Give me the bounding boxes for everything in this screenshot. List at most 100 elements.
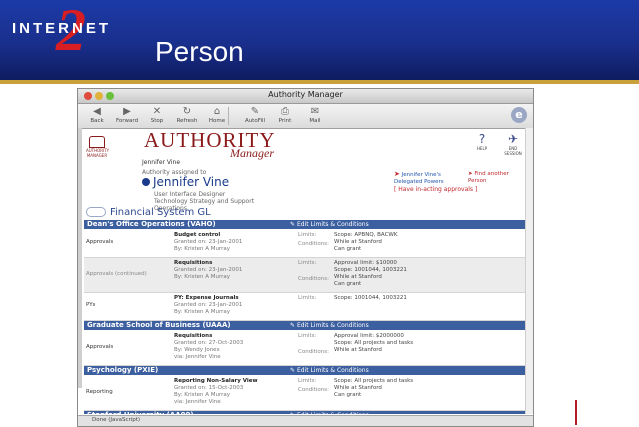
limit-value: Approval limit: $10000 xyxy=(334,260,397,266)
toolbar-button-label: Print xyxy=(278,118,292,124)
person-name: Jennifer Vine xyxy=(142,175,229,189)
limits-label: Limits: xyxy=(298,333,317,339)
row-category: Reporting xyxy=(86,389,113,395)
grant-detail: via: Jennifer Vine xyxy=(174,354,221,360)
section-title: Dean's Office Operations (VAHO) xyxy=(87,220,216,228)
toolbar-button-back[interactable]: ◀ Back xyxy=(84,106,110,124)
delegate-icon: ➤ xyxy=(394,170,400,178)
row-category: PYs xyxy=(86,302,96,308)
home-icon: ⌂ xyxy=(213,106,221,117)
financial-system-icon xyxy=(86,207,106,217)
edit-limits-label: Edit Limits & Conditions xyxy=(297,412,369,414)
authority-name[interactable]: Reporting Non-Salary View xyxy=(174,378,258,384)
authority-name[interactable]: PY: Expense Journals xyxy=(174,295,239,301)
vertical-scrollbar[interactable] xyxy=(525,128,533,414)
limit-value: Scope: APBNQ, BACWK xyxy=(334,232,398,238)
toolbar-button-forward[interactable]: ▶ Forward xyxy=(114,106,140,124)
limits-label: Limits: xyxy=(298,295,317,301)
limit-value: Scope: All projects and tasks xyxy=(334,378,414,384)
limit-value: Approval limit: $2000000 xyxy=(334,333,404,339)
delegated-powers-link[interactable]: ➤ Jennifer Vine's Delegated Powers xyxy=(394,171,466,186)
grant-detail: By: Kristen A Murray xyxy=(174,392,231,398)
edit-pencil-icon: ✎ xyxy=(290,412,297,414)
person-name-text: Jennifer Vine xyxy=(153,175,230,189)
limit-value: Scope: 1001044, 1003221 xyxy=(334,267,407,273)
page-content: AUTHORITY MANAGER AUTHORITY Manager ? HE… xyxy=(82,128,533,414)
grant-detail: Granted on: 23-Jan-2001 xyxy=(174,267,243,273)
section-header: Stanford University (AA00) ✎ Edit Limits … xyxy=(84,411,530,414)
section-title: Graduate School of Business (UAAA) xyxy=(87,321,231,329)
end-session-button[interactable]: ✈ END SESSION xyxy=(502,132,524,156)
browser-logo-icon: e xyxy=(511,107,527,123)
row-category: Approvals xyxy=(86,344,114,350)
toolbar-button-label: Back xyxy=(90,118,104,124)
toolbar-button-refresh[interactable]: ↻ Refresh xyxy=(174,106,200,124)
logo-shape-icon xyxy=(89,136,105,148)
condition-value: While at Stanford xyxy=(334,239,382,245)
help-icon: ? xyxy=(478,132,486,146)
toolbar-button-stop[interactable]: ✕ Stop xyxy=(144,106,170,124)
autofill-icon: ✎ xyxy=(250,106,260,117)
status-text: Done (JavaScript) xyxy=(92,417,141,423)
condition-value: While at Stanford xyxy=(334,385,382,391)
print-icon: ⎙ xyxy=(281,106,289,117)
toolbar-button-home[interactable]: ⌂ Home xyxy=(204,106,230,124)
grant-detail: By: Kristen A Murray xyxy=(174,246,231,252)
role-line: User Interface Designer xyxy=(154,191,226,198)
authority-manager-small-logo[interactable]: AUTHORITY MANAGER xyxy=(86,136,110,158)
logged-in-user: Jennifer Vine xyxy=(142,159,181,166)
limits-label: Limits: xyxy=(298,260,317,266)
edit-limits-link[interactable]: ✎ Edit Limits & Conditions xyxy=(290,366,369,375)
find-person-text: Find another Person xyxy=(468,171,509,184)
limit-value: Scope: 1001044, 1003221 xyxy=(334,295,407,301)
edit-limits-link[interactable]: ✎ Edit Limits & Conditions xyxy=(290,321,369,330)
mail-icon: ✉ xyxy=(310,106,320,117)
role-line: Technology Strategy and Support xyxy=(154,198,255,205)
delegated-link-text: Jennifer Vine's Delegated Powers xyxy=(394,172,444,185)
toolbar-button-label: Stop xyxy=(150,118,164,124)
toolbar-button-label: Home xyxy=(208,118,226,124)
stop-icon: ✕ xyxy=(152,106,162,117)
grant-detail: via: Jennifer Vine xyxy=(174,399,221,405)
edit-pencil-icon: ✎ xyxy=(290,367,297,374)
toolbar-button-label: Mail xyxy=(309,118,321,124)
browser-window: Authority Manager e ◀ Back ▶ Forward ✕ Stop ↻ R… xyxy=(77,88,534,427)
section-header: Graduate School of Business (UAAA) ✎ Edit… xyxy=(84,321,530,330)
table-row: PYs PY: Expense Journals Granted on: 23-Ja… xyxy=(84,293,530,321)
table-row: Approvals Requisitions Granted on: 27-Oct-… xyxy=(84,331,530,366)
condition-value: While at Stanford xyxy=(334,274,382,280)
edit-limits-label: Edit Limits & Conditions xyxy=(296,322,369,329)
table-row: Approvals Budget control Granted on: 23-Ja… xyxy=(84,230,530,258)
edit-limits-label: Edit Limits & Conditions xyxy=(296,367,369,374)
grant-detail: Granted on: 23-Jan-2001 xyxy=(174,239,243,245)
edit-limits-link[interactable]: ✎ Edit Limits & Conditions xyxy=(290,220,369,229)
authority-name[interactable]: Requisitions xyxy=(174,333,212,339)
row-category: Approvals (continued) xyxy=(86,271,147,277)
toolbar-button-autofill[interactable]: ✎ AutoFill xyxy=(242,106,268,124)
slide-banner xyxy=(0,0,639,80)
edit-limits-link[interactable]: ✎ Edit Limits & Conditions xyxy=(290,411,369,414)
limits-label: Limits: xyxy=(298,232,317,238)
pending-approvals-link[interactable]: [ Have in-acting approvals ] xyxy=(394,186,477,193)
edit-limits-label: Edit Limits & Conditions xyxy=(296,221,369,228)
toolbar-button-label: AutoFill xyxy=(244,118,266,124)
conditions-label: Conditions: xyxy=(298,276,329,282)
slide-title: Person xyxy=(155,36,244,67)
grant-detail: Granted on: 27-Oct-2003 xyxy=(174,340,244,346)
help-button[interactable]: ? HELP xyxy=(471,132,493,151)
table-row: Approvals (continued) Requisitions Granted… xyxy=(84,258,530,293)
small-logo-text: AUTHORITY MANAGER xyxy=(86,148,110,158)
toolbar-button-mail[interactable]: ✉ Mail xyxy=(302,106,328,124)
table-row: Reporting Reporting Non-Salary View Grante… xyxy=(84,376,530,411)
find-person-link[interactable]: ➤ Find another Person xyxy=(468,171,528,185)
authority-name[interactable]: Requisitions xyxy=(174,260,212,266)
end-session-label: END SESSION xyxy=(504,146,522,156)
authority-name[interactable]: Budget control xyxy=(174,232,220,238)
toolbar-button-print[interactable]: ⎙ Print xyxy=(272,106,298,124)
end-session-icon: ✈ xyxy=(507,132,519,146)
edit-pencil-icon: ✎ xyxy=(290,322,297,329)
refresh-icon: ↻ xyxy=(182,106,192,117)
forward-icon: ▶ xyxy=(123,106,131,117)
grant-detail: By: Kristen A Murray xyxy=(174,309,231,315)
edit-pencil-icon: ✎ xyxy=(290,221,297,228)
